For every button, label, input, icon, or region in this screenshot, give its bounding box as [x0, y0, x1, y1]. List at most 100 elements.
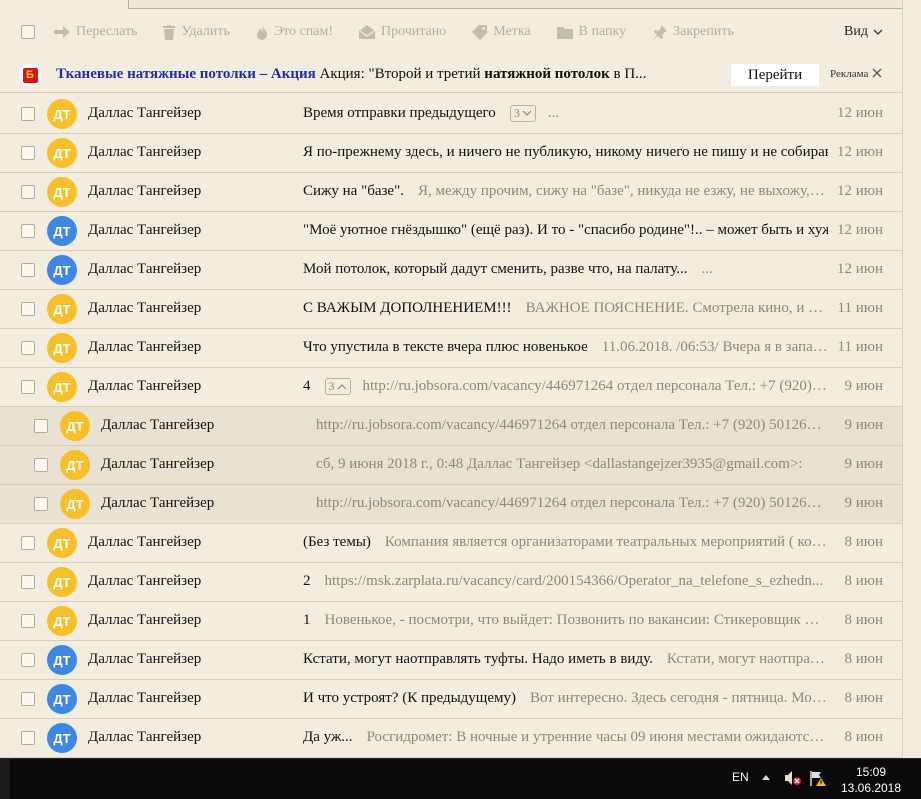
- spam-button[interactable]: Это спам!: [256, 24, 333, 40]
- message-checkbox[interactable]: [21, 185, 35, 199]
- message-checkbox[interactable]: [34, 497, 48, 511]
- message-checkbox[interactable]: [21, 146, 35, 160]
- message-content: http://ru.jobsora.com/vacancy/446971264 …: [316, 417, 828, 434]
- mark-read-button[interactable]: Прочитано: [358, 24, 446, 40]
- message-checkbox[interactable]: [21, 263, 35, 277]
- clock[interactable]: 15:09 13.06.2018: [838, 764, 904, 796]
- message-preview: сб, 9 июня 2018 г., 0:48 Даллас Тангейзе…: [316, 456, 803, 472]
- message-checkbox[interactable]: [21, 107, 35, 121]
- pin-button[interactable]: Закрепить: [652, 24, 734, 40]
- sender-name: Даллас Тангейзер: [88, 612, 202, 628]
- message-preview: https://msk.zarplata.ru/vacancy/card/200…: [324, 573, 824, 589]
- avatar: ДТ: [47, 333, 77, 363]
- message-checkbox[interactable]: [21, 575, 35, 589]
- ad-title[interactable]: Тканевые натяжные потолки – Акция: [56, 66, 316, 82]
- thread-count-badge[interactable]: 3: [509, 105, 536, 122]
- message-row[interactable]: ДТ Даллас Тангейзер С ВАЖЫМ ДОПОЛНЕНИЕМ!!!…: [0, 290, 902, 329]
- sender-name: Даллас Тангейзер: [88, 690, 202, 706]
- message-date: 12 июн: [836, 144, 883, 160]
- avatar: ДТ: [47, 567, 77, 597]
- select-all-checkbox[interactable]: [21, 25, 35, 44]
- message-row[interactable]: ДТ Даллас Тангейзер http://ru.jobsora.com/…: [0, 485, 902, 524]
- pin-label: Закрепить: [673, 24, 734, 39]
- message-checkbox[interactable]: [21, 614, 35, 628]
- message-preview: ВАЖНОЕ ПОЯСНЕНИЕ. Смотрела кино, и вдруг…: [525, 300, 828, 316]
- message-row[interactable]: ДТ Даллас Тангейзер 1 Новенькое, - посмотри…: [0, 602, 902, 641]
- sender-name: Даллас Тангейзер: [101, 456, 215, 472]
- message-row[interactable]: ДТ Даллас Тангейзер Время отправки предыду…: [0, 95, 902, 134]
- message-checkbox[interactable]: [21, 536, 35, 550]
- message-checkbox[interactable]: [34, 419, 48, 433]
- message-date: 9 июн: [844, 495, 883, 511]
- message-date: 8 июн: [844, 651, 883, 667]
- message-subject: 2: [303, 573, 311, 589]
- window-edge: [904, 0, 921, 758]
- message-row[interactable]: ДТ Даллас Тангейзер Мой потолок, который д…: [0, 251, 902, 290]
- message-list: ДТ Даллас Тангейзер Время отправки предыду…: [0, 95, 902, 758]
- clock-date: 13.06.2018: [840, 781, 902, 795]
- message-row[interactable]: ДТ Даллас Тангейзер Да уж... Росгидромет: В…: [0, 719, 902, 758]
- delete-button[interactable]: Удалить: [163, 24, 230, 40]
- avatar: ДТ: [47, 723, 77, 753]
- message-row[interactable]: ДТ Даллас Тангейзер И что устроят? (К пред…: [0, 680, 902, 719]
- message-row[interactable]: ДТ Даллас Тангейзер Я по-прежнему здесь, и…: [0, 134, 902, 173]
- message-content: сб, 9 июня 2018 г., 0:48 Даллас Тангейзе…: [316, 456, 828, 473]
- message-checkbox[interactable]: [34, 458, 48, 472]
- sender-name: Даллас Тангейзер: [88, 729, 202, 745]
- message-row[interactable]: ДТ Даллас Тангейзер Что упустила в тексте …: [0, 329, 902, 368]
- arrow-right-icon: [54, 26, 70, 38]
- message-checkbox[interactable]: [21, 653, 35, 667]
- avatar: ДТ: [47, 645, 77, 675]
- folder-icon: [556, 26, 573, 39]
- message-subject: (Без темы): [303, 534, 371, 550]
- chevron-down-icon: [873, 29, 883, 35]
- message-row[interactable]: ДТ Даллас Тангейзер 4 3 http://ru.jobsora.co…: [0, 368, 902, 407]
- message-checkbox[interactable]: [21, 224, 35, 238]
- spam-label: Это спам!: [273, 24, 333, 39]
- sender-name: Даллас Тангейзер: [88, 261, 202, 277]
- message-content: Время отправки предыдущего 3...: [303, 105, 828, 122]
- message-row[interactable]: ДТ Даллас Тангейзер "Моё уютное гнёздышко"…: [0, 212, 902, 251]
- message-row[interactable]: ДТ Даллас Тангейзер сб, 9 июня 2018 г., 0:…: [0, 446, 902, 485]
- message-row[interactable]: ДТ Даллас Тангейзер Кстати, могут наотправ…: [0, 641, 902, 680]
- message-content: И что устроят? (К предыдущему) Вот интере…: [303, 690, 828, 707]
- message-preview: Компания является организаторами театрал…: [384, 534, 828, 550]
- forward-button[interactable]: Переслать: [54, 24, 137, 40]
- sender-name: Даллас Тангейзер: [88, 222, 202, 238]
- avatar: ДТ: [47, 177, 77, 207]
- message-date: 9 июн: [844, 417, 883, 433]
- ad-text[interactable]: Тканевые натяжные потолки – Акция Акция:…: [56, 66, 711, 83]
- tray-chevron-up-icon[interactable]: [762, 774, 770, 780]
- label-button[interactable]: Метка: [472, 24, 531, 40]
- message-content: Я по-прежнему здесь, и ничего не публику…: [303, 144, 828, 161]
- message-content: С ВАЖЫМ ДОПОЛНЕНИЕМ!!! ВАЖНОЕ ПОЯСНЕНИЕ. …: [303, 300, 828, 317]
- delete-label: Удалить: [181, 24, 230, 39]
- message-preview: Новенькое, - посмотри, что выйдет: Позво…: [324, 612, 829, 628]
- ad-go-button[interactable]: Перейти: [731, 64, 819, 86]
- message-subject: Я по-прежнему здесь, и ничего не публику…: [303, 144, 828, 160]
- avatar: ДТ: [47, 255, 77, 285]
- message-row[interactable]: ДТ Даллас Тангейзер (Без темы) Компания явл…: [0, 524, 902, 563]
- message-checkbox[interactable]: [21, 692, 35, 706]
- message-row[interactable]: ДТ Даллас Тангейзер 2 https://msk.zarplata.…: [0, 563, 902, 602]
- message-checkbox[interactable]: [21, 380, 35, 394]
- message-subject: Время отправки предыдущего: [303, 105, 496, 121]
- thread-count-badge[interactable]: 3: [324, 378, 351, 395]
- message-row[interactable]: ДТ Даллас Тангейзер http://ru.jobsora.com/…: [0, 407, 902, 446]
- message-row[interactable]: ДТ Даллас Тангейзер Сижу на "базе". Я, межд…: [0, 173, 902, 212]
- message-date: 12 июн: [836, 261, 883, 277]
- close-icon[interactable]: [872, 68, 882, 78]
- language-indicator[interactable]: EN: [732, 770, 749, 784]
- volume-muted-icon[interactable]: [784, 770, 802, 786]
- move-to-folder-button[interactable]: В папку: [556, 24, 626, 40]
- message-subject: И что устроят? (К предыдущему): [303, 690, 516, 706]
- message-checkbox[interactable]: [21, 341, 35, 355]
- pin-icon: [653, 24, 668, 40]
- message-date: 11 июн: [837, 300, 883, 316]
- view-dropdown[interactable]: Вид: [844, 14, 883, 50]
- message-date: 9 июн: [844, 456, 883, 472]
- sender-name: Даллас Тангейзер: [88, 144, 202, 160]
- message-checkbox[interactable]: [21, 731, 35, 745]
- action-center-flag-icon[interactable]: [809, 770, 827, 786]
- message-checkbox[interactable]: [21, 302, 35, 316]
